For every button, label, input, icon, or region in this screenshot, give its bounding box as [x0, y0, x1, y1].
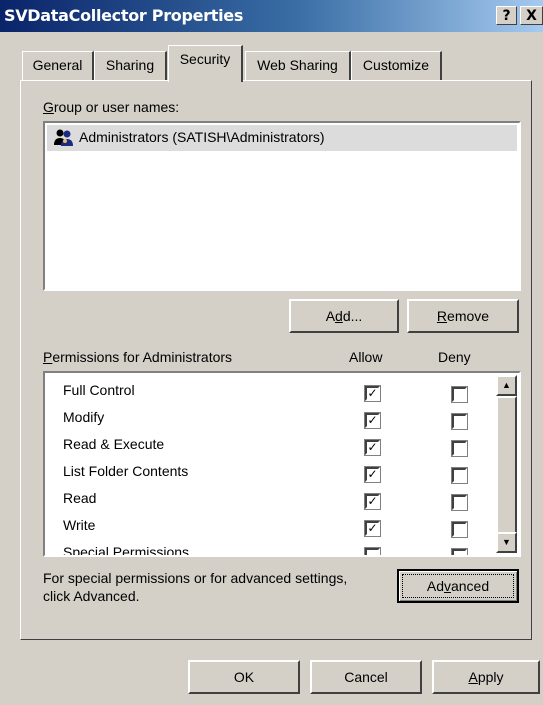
- permission-name: List Folder Contents: [63, 463, 189, 479]
- group-names-label: Group or user names:: [43, 99, 180, 115]
- advanced-note: For special permissions or for advanced …: [43, 569, 347, 605]
- allow-checkbox[interactable]: ✓: [365, 521, 380, 536]
- allow-checkbox[interactable]: ✓: [365, 440, 380, 455]
- scroll-thumb[interactable]: [496, 396, 517, 534]
- cancel-button[interactable]: Cancel: [310, 660, 422, 694]
- deny-checkbox[interactable]: [452, 414, 467, 429]
- permission-row: Write ✓: [45, 517, 495, 543]
- permission-name: Full Control: [63, 382, 135, 398]
- ok-button[interactable]: OK: [188, 660, 300, 694]
- tab-web-sharing[interactable]: Web Sharing: [245, 51, 351, 81]
- help-button[interactable]: ?: [496, 6, 517, 25]
- allow-header: Allow: [349, 349, 383, 365]
- tab-sharing[interactable]: Sharing: [94, 51, 167, 81]
- arrow-down-icon: ▼: [502, 537, 511, 547]
- deny-checkbox[interactable]: [452, 387, 467, 402]
- tab-label: General: [32, 57, 83, 73]
- permission-name: Special Permissions: [63, 544, 190, 557]
- list-item[interactable]: Administrators (SATISH\Administrators): [47, 125, 517, 151]
- security-tab-panel: Group or user names: Administrators (SAT…: [20, 80, 532, 640]
- deny-header: Deny: [438, 349, 471, 365]
- deny-checkbox[interactable]: [452, 441, 467, 456]
- permission-row: Full Control ✓: [45, 382, 495, 408]
- user-name: Administrators (SATISH\Administrators): [79, 129, 325, 145]
- allow-checkbox[interactable]: ✓: [365, 386, 380, 401]
- ok-label: OK: [233, 669, 255, 685]
- permission-name: Modify: [63, 409, 105, 425]
- permission-name: Read & Execute: [63, 436, 165, 452]
- group-user-list[interactable]: Administrators (SATISH\Administrators): [43, 121, 521, 291]
- close-icon: X: [526, 8, 537, 24]
- permission-name: Read: [63, 490, 97, 506]
- permission-row: Special Permissions: [45, 544, 495, 557]
- tab-customize[interactable]: Customize: [351, 51, 442, 81]
- advanced-button[interactable]: Advanced: [397, 569, 519, 603]
- scroll-down-button[interactable]: ▼: [496, 532, 517, 553]
- deny-checkbox[interactable]: [452, 522, 467, 537]
- help-icon: ?: [502, 8, 511, 24]
- permission-row: Read ✓: [45, 490, 495, 516]
- permission-row: Modify ✓: [45, 409, 495, 435]
- allow-checkbox[interactable]: [365, 548, 380, 555]
- permissions-label: Permissions for Administrators: [43, 349, 233, 365]
- permission-row: Read & Execute ✓: [45, 436, 495, 462]
- properties-dialog: SVDataCollector Properties ? X General S…: [0, 0, 543, 705]
- arrow-up-icon: ▲: [502, 380, 511, 390]
- tab-label: Security: [179, 51, 231, 67]
- allow-checkbox[interactable]: ✓: [365, 413, 380, 428]
- tab-label: Sharing: [105, 57, 155, 73]
- advanced-note-line: click Advanced.: [43, 588, 140, 604]
- add-button[interactable]: Add...: [289, 299, 399, 333]
- permission-name: Write: [63, 517, 96, 533]
- permission-row: List Folder Contents ✓: [45, 463, 495, 489]
- allow-checkbox[interactable]: ✓: [365, 494, 380, 509]
- tab-security[interactable]: Security: [168, 45, 243, 82]
- remove-button[interactable]: Remove: [407, 299, 519, 333]
- advanced-note-line: For special permissions or for advanced …: [43, 570, 348, 586]
- tab-label: Web Sharing: [257, 57, 338, 73]
- deny-checkbox[interactable]: [452, 468, 467, 483]
- permissions-list[interactable]: Full Control ✓ Modify ✓ Read & Execute ✓…: [43, 371, 521, 557]
- deny-checkbox[interactable]: [452, 495, 467, 510]
- window-title: SVDataCollector Properties: [4, 6, 244, 25]
- deny-checkbox[interactable]: [452, 549, 467, 555]
- title-bar[interactable]: SVDataCollector Properties ? X: [0, 0, 543, 32]
- allow-checkbox[interactable]: ✓: [365, 467, 380, 482]
- scroll-up-button[interactable]: ▲: [496, 375, 517, 396]
- close-button[interactable]: X: [520, 6, 543, 25]
- permissions-scrollbar[interactable]: ▲ ▼: [496, 375, 517, 553]
- cancel-label: Cancel: [344, 669, 388, 685]
- tab-general[interactable]: General: [22, 51, 94, 81]
- tab-label: Customize: [362, 57, 430, 73]
- apply-button[interactable]: Apply: [432, 660, 540, 694]
- users-group-icon: [53, 128, 75, 148]
